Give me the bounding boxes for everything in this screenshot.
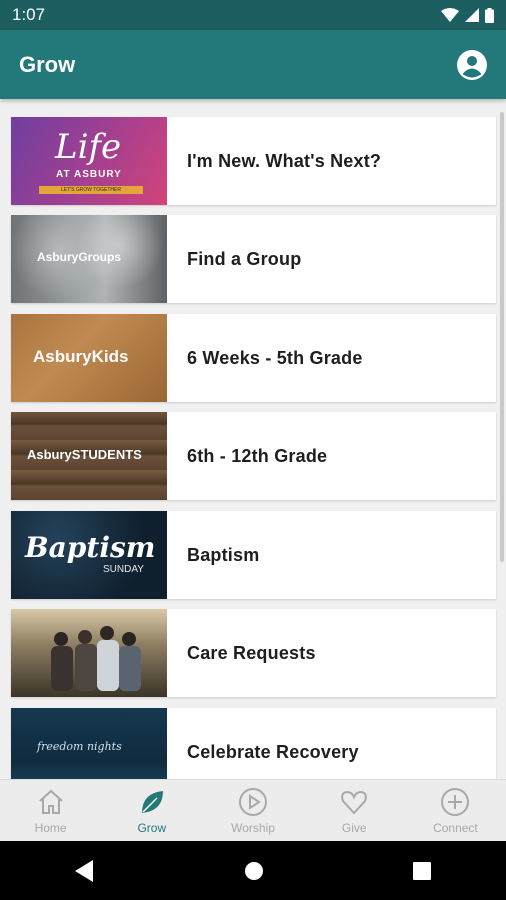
- status-time: 1:07: [12, 5, 46, 24]
- list-item-new[interactable]: Life AT ASBURY LET'S GROW TOGETHER I'm N…: [11, 117, 496, 205]
- home-circle-icon[interactable]: [244, 861, 264, 881]
- care-requests-image: [11, 609, 167, 697]
- profile-icon[interactable]: [457, 49, 487, 80]
- nav-worship-label: Worship: [231, 820, 275, 835]
- app-bar: Grow: [0, 30, 506, 99]
- life-tagline-text: LET'S GROW TOGETHER: [39, 186, 143, 194]
- scrollbar[interactable]: [500, 112, 504, 562]
- kids-logo-text: AsburyKids: [33, 347, 129, 366]
- life-script-text: Life: [55, 127, 122, 167]
- list-item-students[interactable]: AsburySTUDENTS 6th - 12th Grade: [11, 412, 496, 500]
- celebrate-recovery-image: freedom nights: [11, 708, 167, 779]
- asbury-students-image: AsburySTUDENTS: [11, 412, 167, 500]
- baptism-sunday-image: Baptism SUNDAY: [11, 511, 167, 599]
- page-title: Grow: [19, 51, 76, 77]
- list-item-label: Care Requests: [187, 642, 316, 663]
- nav-home[interactable]: Home: [0, 780, 101, 841]
- list-item-care[interactable]: Care Requests: [11, 609, 496, 697]
- list-item-group[interactable]: AsburyGroups Find a Group: [11, 215, 496, 303]
- play-icon: [239, 787, 267, 816]
- asbury-groups-image: AsburyGroups: [11, 215, 167, 303]
- list-item-label: Find a Group: [187, 248, 302, 269]
- baptism-sub-text: SUNDAY: [103, 564, 144, 575]
- nav-worship[interactable]: Worship: [202, 780, 303, 841]
- recovery-script-text: freedom nights: [37, 740, 122, 753]
- students-logo-text: AsburySTUDENTS: [27, 447, 142, 462]
- nav-connect[interactable]: Connect: [405, 780, 506, 841]
- life-at-text: AT ASBURY: [56, 169, 122, 180]
- nav-grow[interactable]: Grow: [101, 780, 202, 841]
- baptism-script-text: Baptism: [25, 531, 156, 564]
- back-icon[interactable]: [74, 859, 95, 882]
- people-silhouette-icon: [51, 626, 141, 691]
- list-item-label: Celebrate Recovery: [187, 741, 359, 762]
- signal-icon: [465, 8, 479, 22]
- grow-list: Life AT ASBURY LET'S GROW TOGETHER I'm N…: [0, 99, 506, 779]
- list-item-label: 6th - 12th Grade: [187, 445, 328, 466]
- bottom-nav: Home Grow Worship Give Connect: [0, 779, 506, 841]
- list-item-recovery[interactable]: freedom nights Celebrate Recovery: [11, 708, 496, 779]
- list-item-label: I'm New. What's Next?: [187, 150, 382, 171]
- list-item-baptism[interactable]: Baptism SUNDAY Baptism: [11, 511, 496, 599]
- life-at-asbury-image: Life AT ASBURY LET'S GROW TOGETHER: [11, 117, 167, 205]
- status-icons: [441, 7, 494, 23]
- system-nav-bar: [0, 841, 506, 900]
- nav-give[interactable]: Give: [304, 780, 405, 841]
- home-icon: [38, 789, 63, 814]
- plus-icon: [441, 787, 470, 816]
- recents-icon[interactable]: [413, 861, 432, 880]
- nav-grow-label: Grow: [137, 820, 167, 835]
- nav-connect-label: Connect: [433, 820, 478, 835]
- list-item-kids[interactable]: AsburyKids 6 Weeks - 5th Grade: [11, 314, 496, 402]
- list-item-label: 6 Weeks - 5th Grade: [187, 347, 363, 368]
- nav-home-label: Home: [34, 820, 67, 835]
- heart-icon: [341, 790, 368, 814]
- battery-icon: [485, 7, 494, 23]
- nav-give-label: Give: [341, 820, 367, 835]
- list-item-label: Baptism: [187, 544, 260, 565]
- wifi-icon: [441, 8, 459, 22]
- leaf-icon: [141, 790, 163, 813]
- status-bar: 1:07: [0, 0, 506, 30]
- asbury-kids-image: AsburyKids: [11, 314, 167, 402]
- groups-logo-text: AsburyGroups: [37, 250, 122, 264]
